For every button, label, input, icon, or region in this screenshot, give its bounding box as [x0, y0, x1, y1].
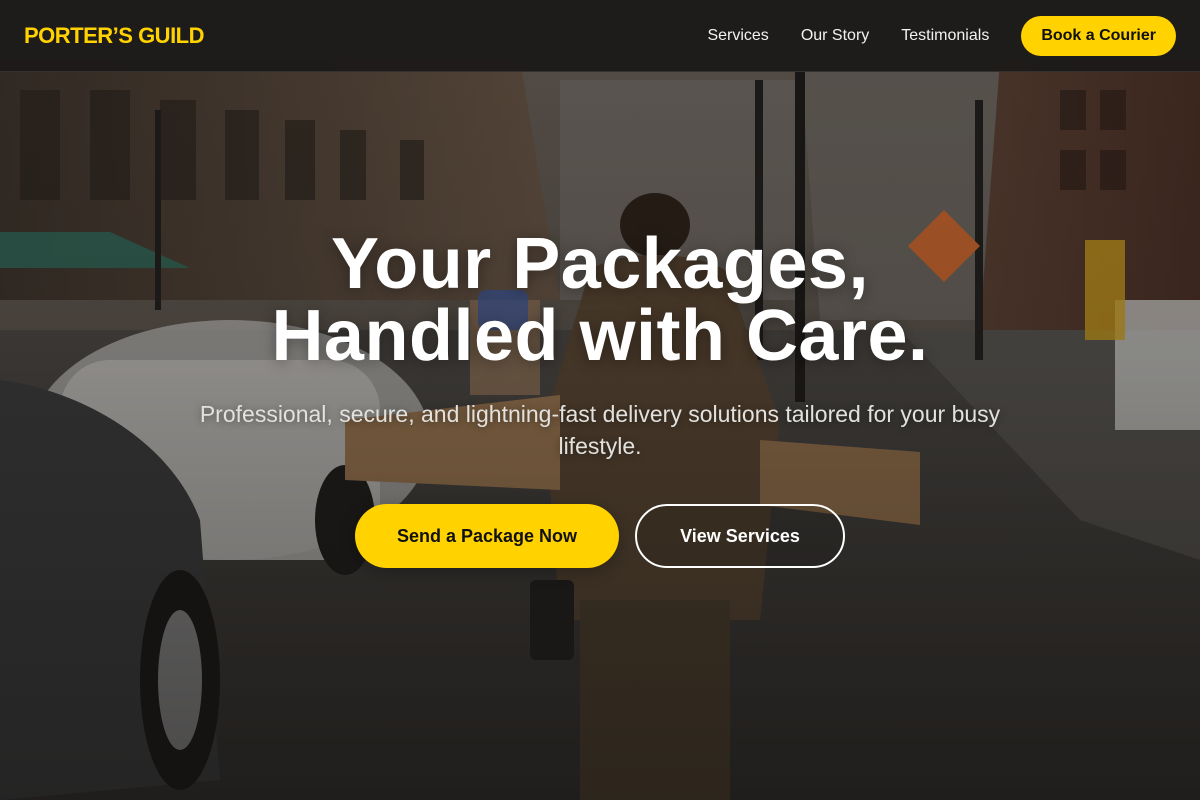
view-services-button[interactable]: View Services	[635, 504, 845, 568]
send-package-button[interactable]: Send a Package Now	[355, 504, 619, 568]
hero-title-line-2: Handled with Care.	[271, 296, 929, 376]
hero-section: Your Packages, Handled with Care. Profes…	[0, 72, 1200, 800]
nav-menu: Services Our Story Testimonials Book a C…	[707, 15, 1176, 56]
brand-logo[interactable]: PORTER’S GUILD	[24, 23, 205, 49]
nav-link-testimonials[interactable]: Testimonials	[901, 27, 989, 45]
navbar: PORTER’S GUILD Services Our Story Testim…	[0, 0, 1200, 72]
hero-subtitle: Professional, secure, and lightning-fast…	[199, 401, 1001, 459]
book-courier-button[interactable]: Book a Courier	[1021, 15, 1176, 56]
nav-link-services[interactable]: Services	[707, 27, 768, 45]
hero-cta-row: Send a Package Now View Services	[0, 504, 1200, 568]
nav-link-our-story[interactable]: Our Story	[801, 27, 869, 45]
hero-title: Your Packages, Handled with Care.	[0, 228, 1200, 372]
hero-title-line-1: Your Packages,	[331, 224, 869, 304]
